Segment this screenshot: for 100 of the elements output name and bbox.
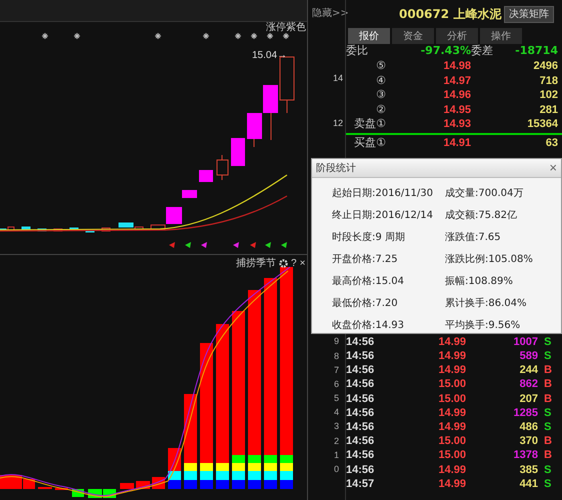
chart-legend: 涨停紫色 (266, 22, 306, 34)
histogram-bar (168, 448, 181, 489)
ask-price: 14.98 (442, 59, 471, 74)
stock-title: 000672 上峰水泥 (399, 6, 502, 23)
stat-text: 成交额:75.82亿 (445, 208, 517, 222)
stat-text: 收盘价格:14.93 (332, 318, 405, 332)
stat-text: 成交量:700.04万 (445, 186, 524, 200)
tick-price: 15.00 (437, 392, 466, 407)
trade-side: S (544, 334, 552, 350)
tick-volume: 244 (518, 363, 538, 378)
row-index: 0 (334, 463, 340, 476)
candle (54, 228, 62, 232)
ratio-value: -97.43% (420, 43, 471, 60)
tick-time: 14:56 (346, 462, 376, 478)
row-index: 2 (334, 434, 340, 448)
trade-side: B (544, 392, 552, 407)
row-index: 8 (334, 350, 340, 363)
trade-side: S (544, 476, 552, 492)
tab[interactable]: 分析 (436, 28, 478, 44)
tick-volume: 486 (518, 420, 538, 435)
trade-side: S (544, 349, 552, 364)
close-button[interactable]: × (549, 158, 557, 178)
stat-text: 起始日期:2016/11/30 (332, 186, 434, 200)
tab[interactable]: 资金 (392, 28, 434, 44)
row-index: 1 (334, 448, 340, 462)
star-marker (250, 32, 258, 40)
signal-marker (281, 242, 287, 248)
candle (280, 56, 294, 114)
ask-label: ④ (375, 72, 386, 88)
signal-marker (250, 242, 256, 248)
tick-volume: 370 (518, 434, 538, 450)
tick-time: 14:56 (346, 349, 376, 364)
row-index: 9 (334, 335, 340, 348)
row-index: 7 (334, 364, 340, 377)
star-marker (42, 32, 48, 40)
stat-text: 终止日期:2016/12/14 (332, 208, 434, 222)
axis-label: 14 (333, 72, 344, 85)
stat-text: 时段长度:9 周期 (332, 230, 406, 244)
candle (231, 138, 245, 166)
ask-price: 14.97 (442, 74, 471, 88)
tab[interactable]: 操作 (480, 28, 522, 44)
star-marker (154, 32, 162, 40)
tick-volume: 1378 (512, 448, 538, 464)
stat-text: 涨跌比例:105.08% (445, 252, 533, 266)
help-button[interactable]: ? (291, 256, 297, 271)
histogram-bar (23, 479, 35, 489)
tick-time: 14:56 (346, 406, 376, 421)
candle (102, 228, 110, 232)
candle (216, 154, 228, 180)
axis-label: 12 (333, 117, 344, 130)
tick-volume: 862 (518, 377, 538, 392)
bid-volume: 63 (546, 136, 559, 150)
ask-volume: 102 (540, 88, 559, 103)
ask-volume: 718 (540, 74, 559, 88)
indicator-title: 捕捞季节 (236, 256, 276, 271)
candle (182, 190, 197, 198)
tick-volume: 1007 (512, 334, 538, 350)
ask-volume: 281 (540, 102, 559, 118)
candle (22, 226, 30, 230)
trade-side: S (544, 462, 552, 478)
tick-volume: 385 (518, 462, 538, 478)
close-button[interactable]: × (300, 256, 306, 271)
tick-time: 14:56 (346, 363, 376, 378)
trade-side: B (544, 434, 552, 450)
ask-label: ② (375, 102, 386, 118)
tick-time: 14:56 (346, 392, 376, 407)
diff-label: 委差 (471, 43, 493, 60)
decision-matrix-button[interactable]: 决策矩阵 (504, 6, 554, 22)
row-index: 6 (334, 378, 340, 391)
row-index: 5 (334, 392, 340, 406)
stat-text: 累计换手:86.04% (445, 296, 526, 310)
trade-side: B (544, 363, 552, 378)
candle (199, 170, 213, 182)
histogram-bar (120, 483, 134, 489)
tick-price: 14.99 (437, 363, 466, 378)
signal-marker (201, 242, 207, 248)
tab[interactable]: 报价 (348, 28, 390, 44)
tick-time: 14:56 (346, 334, 376, 350)
ask-label: 卖盘① (353, 116, 386, 132)
stat-text: 最低价格:7.20 (332, 296, 399, 310)
diff-value: -18714 (515, 43, 559, 60)
star-marker (202, 32, 210, 40)
stat-text: 振幅:108.89% (445, 274, 513, 288)
signal-marker (265, 242, 271, 248)
tick-price: 14.99 (437, 349, 466, 364)
ask-volume: 2496 (534, 59, 559, 74)
ratio-label: 委比 (346, 43, 369, 60)
row-index: 4 (334, 406, 340, 420)
ask-label: ⑤ (375, 58, 386, 74)
candle (70, 228, 78, 230)
dialog-title: 阶段统计 (316, 162, 356, 176)
signal-marker (233, 242, 239, 248)
trade-side: B (544, 377, 552, 392)
stat-text: 开盘价格:7.25 (332, 252, 399, 266)
settings-icon[interactable] (279, 259, 288, 268)
stat-text: 最高价格:15.04 (332, 274, 405, 288)
tick-price: 14.99 (437, 476, 466, 492)
tick-price: 14.99 (437, 462, 466, 478)
trade-side: B (544, 448, 552, 464)
trade-side: S (544, 420, 552, 435)
